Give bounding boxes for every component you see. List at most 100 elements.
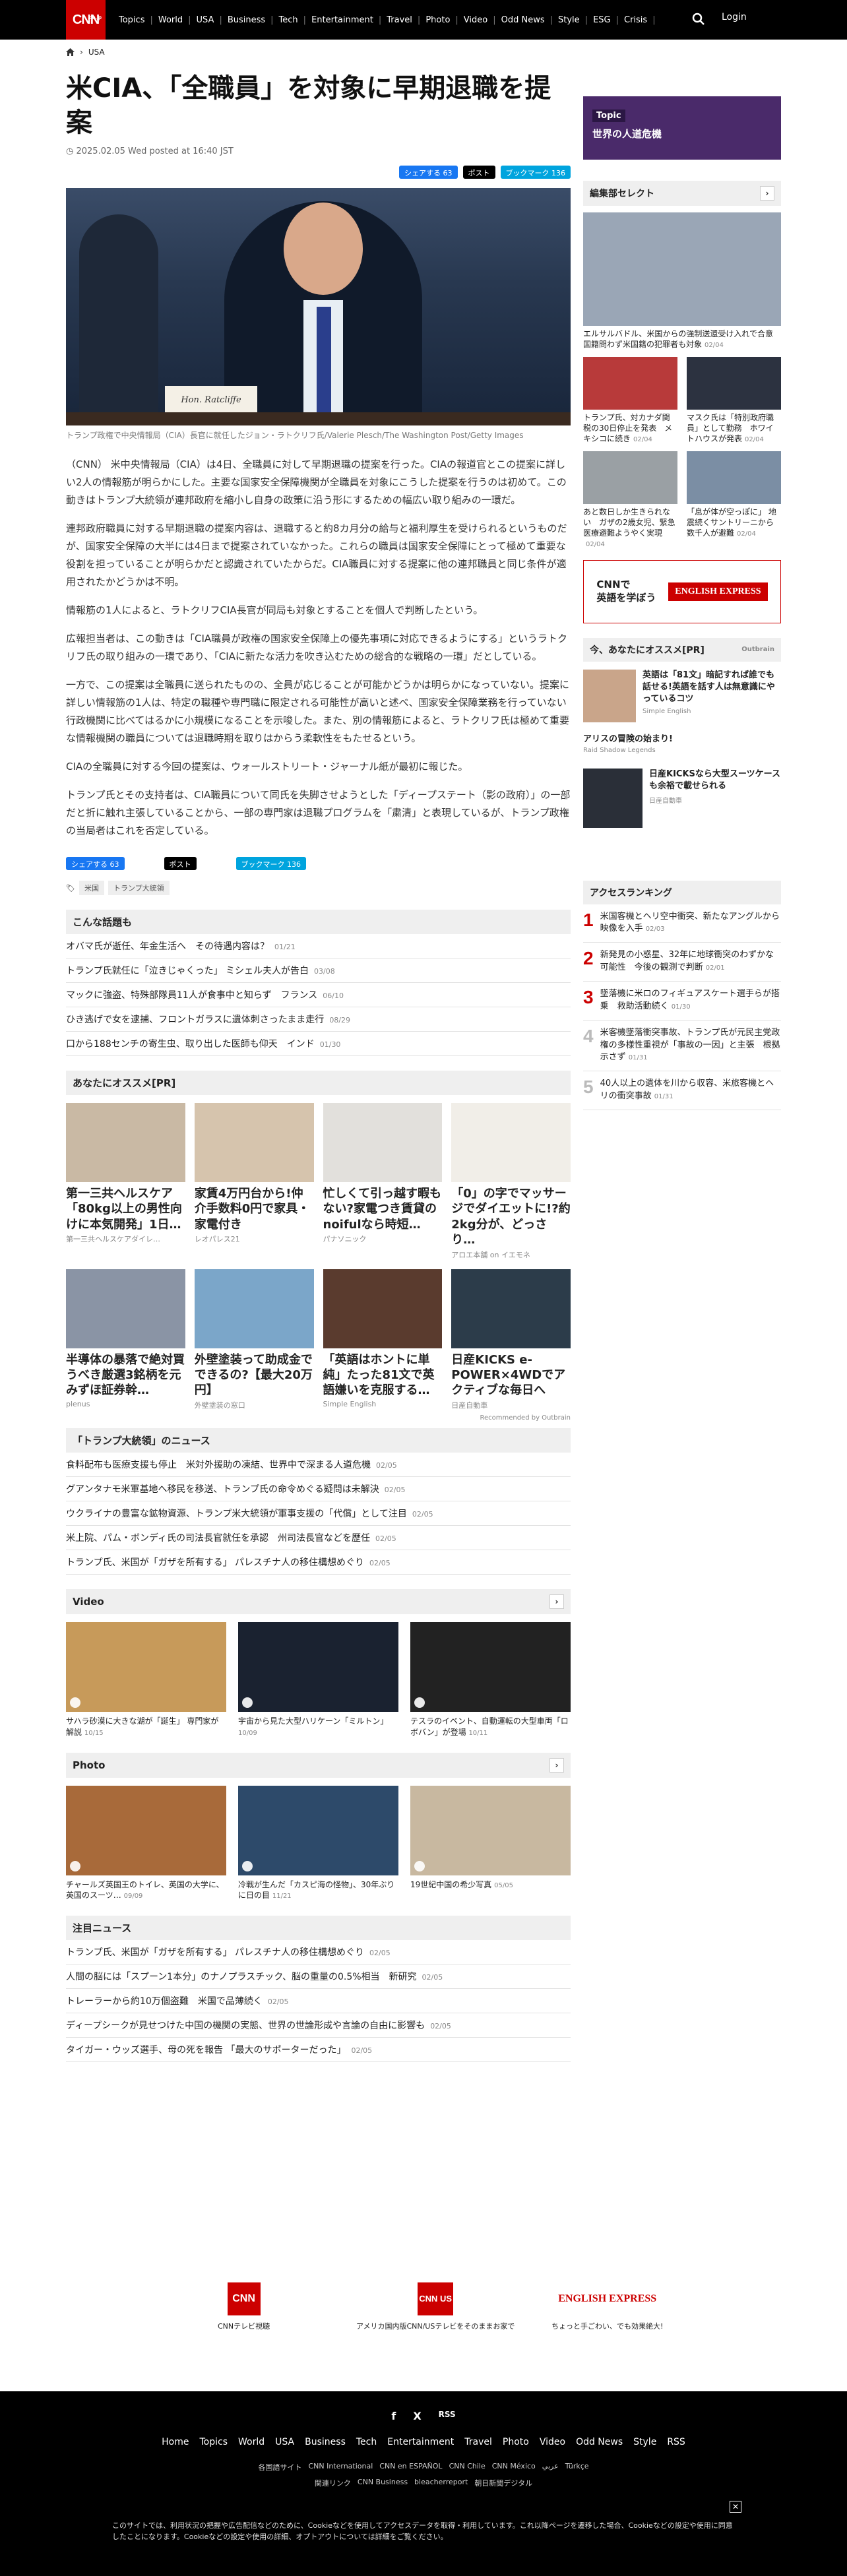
list-item[interactable]: マックに強盗、特殊部隊員11人が食事中と知らず フランス 06/10 (66, 983, 571, 1007)
hatena-bookmark-button[interactable]: ブックマーク 136 (500, 166, 571, 179)
footer-nav-item[interactable]: Entertainment (387, 2437, 454, 2447)
video-card[interactable]: サハラ砂漠に大きな湖が「誕生」 専門家が解説 10/15 (66, 1621, 226, 1738)
close-icon[interactable]: ✕ (730, 2501, 741, 2513)
recommend-card[interactable]: 第一三共ヘルスケア「80kg以上の男性向けに本気開発」1日… 第一三共ヘルスケアダ… (66, 1103, 185, 1260)
list-item[interactable]: 米上院、パム・ボンディ氏の司法長官就任を承認 州司法長官などを歴任 02/05 (66, 1526, 571, 1550)
recommend-card[interactable]: 外壁塗装って助成金でできるの?【最大20万円】 外壁塗装の窓口 (194, 1269, 314, 1410)
ranking-item[interactable]: 5 40人以上の遺体を川から収容、米旅客機とヘリの衝突事故 01/31 (583, 1071, 781, 1110)
outbrain-logo[interactable]: Outbrain (741, 646, 774, 653)
tag-link[interactable]: トランプ大統領 (108, 881, 170, 895)
recommend-card[interactable]: 日産KICKS e-POWER×4WDでアクティブな毎日へ 日産自動車 (451, 1269, 571, 1410)
ranking-item[interactable]: 2 新発見の小惑星、32年に地球衝突のわずかな可能性 今後の観測で判断 02/01 (583, 943, 781, 982)
nav-item-world[interactable]: World (153, 15, 188, 25)
nav-item-esg[interactable]: ESG (588, 15, 616, 25)
x-icon[interactable]: X (413, 2410, 421, 2422)
photo-card[interactable]: 19世紀中国の希少写真 05/05 (410, 1785, 571, 1902)
ranking-item[interactable]: 3 墜落機に米ロのフィギュアスケート選手らが搭乗 救助活動続く 01/30 (583, 982, 781, 1021)
tag-link[interactable]: 米国 (78, 881, 104, 895)
topic-banner[interactable]: Topic 世界の人道危機 (583, 96, 781, 160)
footer-brand[interactable]: CNN US アメリカ国内版CNN/USテレビをそのままお家で (356, 2282, 515, 2331)
nav-item-odd-news[interactable]: Odd News (496, 15, 550, 25)
list-item[interactable]: トランプ氏、米国が「ガザを所有する」 パレスチナ人の移住構想めぐり 02/05 (66, 1940, 571, 1965)
breadcrumb-item-usa[interactable]: USA (88, 47, 105, 57)
footer-nav-item[interactable]: Odd News (576, 2437, 623, 2447)
list-item[interactable]: ディープシークが見せつけた中国の機関の実態、世界の世論形成や言論の自由に影響も 0… (66, 2013, 571, 2038)
outbrain-credit[interactable]: Recommended by Outbrain (66, 1414, 571, 1422)
footer-sub-link[interactable]: CNN International (308, 2462, 373, 2472)
list-item[interactable]: タイガー・ウッズ選手、母の死を報告 「最大のサポーターだった」 02/05 (66, 2038, 571, 2063)
ranking-item[interactable]: 1 米国客機とヘリ空中衝突、新たなアングルから映像を入手 02/03 (583, 904, 781, 943)
editor-item[interactable]: あと数日しか生きられない ガザの2歳女児、緊急医療避難ようやく実現 02/04 (583, 451, 677, 550)
facebook-icon[interactable]: f (391, 2410, 396, 2422)
login-link[interactable]: Login (722, 12, 747, 22)
footer-nav-item[interactable]: Photo (503, 2437, 529, 2447)
list-item[interactable]: トランプ氏、米国が「ガザを所有する」 パレスチナ人の移住構想めぐり 02/05 (66, 1550, 571, 1575)
hatena-bookmark-button[interactable]: ブックマーク 136 (235, 857, 306, 870)
footer-brand[interactable]: ENGLISH EXPRESS ちょっと手ごわい、でも効果絶大! (551, 2282, 663, 2331)
footer-sub-link[interactable]: 朝日新聞デジタル (474, 2478, 532, 2488)
editor-item[interactable]: 「息が体が空っぽに」 地震続くサントリーニから数千人が避難 02/04 (687, 451, 781, 550)
list-item[interactable]: グアンタナモ米軍基地へ移民を移送、トランプ氏の命令めぐる疑問は未解決 02/05 (66, 1477, 571, 1501)
pr-item[interactable]: アリスの冒険の始まり! Raid Shadow Legends (583, 732, 781, 754)
editor-lead-item[interactable]: エルサルバドル、米国からの強制送還受け入れで合意 国籍問わず米国籍の犯罪者も対象… (583, 212, 781, 350)
recommend-card[interactable]: 「0」の字でマッサージでダイエットに!?約2kg分が、どっさり… アロエ本舗 on… (451, 1103, 571, 1260)
editor-item[interactable]: トランプ氏、対カナダ関税の30日停止を発表 メキシコに続き 02/04 (583, 356, 677, 445)
list-item[interactable]: ひき逃げで女を逮捕、フロントガラスに遺体刺さったまま走行 08/29 (66, 1007, 571, 1032)
search-icon[interactable] (691, 12, 706, 26)
pr-item[interactable]: 英語は「81文」暗記すれば誰でも話せる!英語を話す人は無意識にやっているコツ Si… (583, 669, 781, 722)
nav-item-video[interactable]: Video (458, 15, 493, 25)
nav-item-photo[interactable]: Photo (420, 15, 455, 25)
photo-card[interactable]: チャールズ英国王のトイレ、英国の大学に、英国のスーツ… 09/09 (66, 1785, 226, 1902)
nav-item-crisis[interactable]: Crisis (619, 15, 652, 25)
chevron-right-icon[interactable]: › (549, 1594, 564, 1609)
nav-item-entertainment[interactable]: Entertainment (306, 15, 379, 25)
footer-nav-item[interactable]: USA (275, 2437, 294, 2447)
footer-nav-item[interactable]: Home (162, 2437, 189, 2447)
footer-nav-item[interactable]: Tech (356, 2437, 377, 2447)
recommend-card[interactable]: 半導体の暴落で絶対買うべき厳選3銘柄を元みずほ証券幹… plenus (66, 1269, 185, 1410)
recommend-card[interactable]: 「英語はホントに単純」たった81文で英語嫌いを克服する… Simple Engli… (323, 1269, 443, 1410)
list-item[interactable]: 人間の脳には「スプーン1本分」のナノプラスチック、脳の重量の0.5%相当 新研究… (66, 1964, 571, 1990)
footer-brand[interactable]: CNN CNNテレビ視聴 (218, 2282, 270, 2331)
nav-item-tech[interactable]: Tech (274, 15, 303, 25)
footer-nav-item[interactable]: Style (633, 2437, 656, 2447)
nav-item-usa[interactable]: USA (191, 15, 220, 25)
nav-item-topics[interactable]: Topics (113, 15, 150, 25)
list-item[interactable]: トレーラーから約10万個盗難 米国で品薄続く 02/05 (66, 1989, 571, 2014)
x-post-button[interactable]: ポスト (164, 857, 197, 870)
ranking-item[interactable]: 4 米客機墜落衝突事故、トランプ氏が元民主党政権の多様性重視が「事故の一因」と主張… (583, 1021, 781, 1072)
footer-nav-item[interactable]: RSS (667, 2437, 685, 2447)
video-card[interactable]: 宇宙から見た大型ハリケーン「ミルトン」 10/09 (238, 1621, 398, 1738)
nav-item-travel[interactable]: Travel (381, 15, 418, 25)
recommend-card[interactable]: 家賃4万円台から!仲介手数料0円で家具・家電付き レオパレス21 (194, 1103, 314, 1260)
nav-item-business[interactable]: Business (222, 15, 270, 25)
list-item[interactable]: トランプ氏就任に「泣きじゃくった」 ミシェル夫人が告白 03/08 (66, 958, 571, 983)
photo-card[interactable]: 冷戦が生んだ「カスピ海の怪物」、30年ぶりに日の目 11/21 (238, 1785, 398, 1902)
footer-sub-link[interactable]: Türkçe (565, 2462, 589, 2472)
home-icon[interactable] (66, 48, 75, 56)
editor-item[interactable]: マスク氏は「特別政府職員」として勤務 ホワイトハウスが発表 02/04 (687, 356, 781, 445)
english-express-ad[interactable]: CNNで 英語を学ぼう ENGLISH EXPRESS (583, 559, 781, 623)
x-post-button[interactable]: ポスト (462, 166, 495, 179)
footer-sub-link[interactable]: CNN Business (358, 2478, 408, 2488)
footer-sub-link[interactable]: CNN México (492, 2462, 536, 2472)
footer-nav-item[interactable]: World (238, 2437, 265, 2447)
cnn-logo[interactable]: CNN .co.jp (66, 0, 106, 40)
footer-nav-item[interactable]: Business (305, 2437, 346, 2447)
list-item[interactable]: 食料配布も医療支援も停止 米対外援助の凍結、世界中で深まる人道危機 02/05 (66, 1453, 571, 1477)
footer-sub-link[interactable]: CNN en ESPAÑOL (379, 2462, 442, 2472)
footer-nav-item[interactable]: Travel (464, 2437, 492, 2447)
list-item[interactable]: 口から188センチの寄生虫、取り出した医師も仰天 インド 01/30 (66, 1032, 571, 1056)
facebook-share-button[interactable]: シェアする 63 (66, 857, 125, 870)
list-item[interactable]: オバマ氏が逝任、年金生活へ その待遇内容は？ 01/21 (66, 934, 571, 958)
footer-sub-link[interactable]: bleacherreport (414, 2478, 468, 2488)
footer-nav-item[interactable]: Topics (200, 2437, 228, 2447)
list-item[interactable]: ウクライナの豊富な鉱物資源、トランプ米大統領が軍事支援の「代償」として注目 02/… (66, 1501, 571, 1526)
footer-sub-link[interactable]: عربي (542, 2462, 559, 2472)
footer-nav-item[interactable]: Video (540, 2437, 565, 2447)
pr-item[interactable]: 日産KICKSなら大型スーツケースも余裕で載せられる 日産自動車 (583, 768, 781, 828)
footer-sub-link[interactable]: CNN Chile (449, 2462, 486, 2472)
rss-icon[interactable]: RSS (439, 2410, 456, 2422)
facebook-share-button[interactable]: シェアする 63 (399, 166, 458, 179)
recommend-card[interactable]: 忙しくて引っ越す暇もない?家電つき賃貸のnoifulなら時短… パナソニック (323, 1103, 443, 1260)
